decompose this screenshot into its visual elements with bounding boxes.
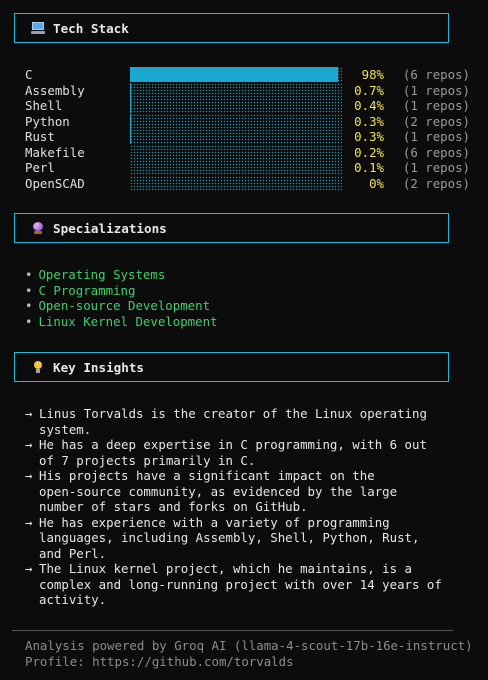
crystal-ball-icon	[31, 222, 45, 234]
footer-divider	[12, 630, 453, 631]
language-row: Makefile 0.2% (6 repos)	[25, 144, 470, 160]
language-name: C	[25, 67, 33, 82]
bullet: •	[25, 267, 33, 282]
language-row: C 98% (6 repos)	[25, 67, 470, 82]
language-name: Makefile	[25, 144, 85, 160]
laptop-icon	[31, 22, 45, 34]
specialization-text: C Programming	[38, 282, 136, 298]
language-repos: (6 repos)	[402, 67, 470, 82]
specialization-text: Operating Systems	[38, 267, 166, 282]
arrow-icon: →	[25, 468, 33, 483]
list-item: • Open-source Development	[25, 298, 218, 314]
insight-item: → He has a deep expertise in C programmin…	[25, 437, 445, 468]
language-name: Python	[25, 113, 70, 129]
list-item: • Linux Kernel Development	[25, 314, 218, 330]
insight-item: → Linus Torvalds is the creator of the Li…	[25, 406, 445, 437]
language-bar-fill	[130, 67, 338, 82]
language-row: Perl 0.1% (1 repos)	[25, 160, 470, 175]
language-name: Rust	[25, 129, 55, 144]
specializations-header: Specializations	[14, 213, 449, 243]
bullet: •	[25, 313, 33, 329]
language-percent: 0.1%	[354, 160, 384, 175]
language-repos: (1 repos)	[402, 129, 470, 144]
language-repos: (2 repos)	[402, 175, 470, 191]
language-row: OpenSCAD 0% (2 repos)	[25, 175, 470, 191]
language-bar	[130, 82, 342, 98]
specialization-text: Open-source Development	[38, 298, 211, 313]
language-bar	[130, 98, 342, 113]
language-percent: 98%	[361, 67, 384, 82]
language-repos: (1 repos)	[402, 160, 470, 175]
tech-stack-title: Tech Stack	[53, 20, 129, 36]
language-bar-fill	[130, 82, 131, 98]
footer: Analysis powered by Groq AI (llama-4-sco…	[25, 638, 473, 669]
arrow-icon: →	[25, 437, 33, 452]
insight-item: → His projects have a significant impact …	[25, 468, 445, 515]
language-percent: 0.3%	[354, 129, 384, 144]
language-row: Rust 0.3% (1 repos)	[25, 129, 470, 144]
language-bar	[130, 67, 342, 82]
insight-text: The Linux kernel project, which he maint…	[39, 561, 442, 607]
language-bar	[130, 113, 342, 129]
arrow-icon: →	[25, 514, 33, 530]
language-bar-fill	[130, 129, 131, 144]
list-item: • C Programming	[25, 283, 218, 299]
insight-item: → He has experience with a variety of pro…	[25, 515, 445, 562]
language-bar	[130, 175, 342, 191]
language-bar	[130, 160, 342, 175]
language-row: Assembly 0.7% (1 repos)	[25, 82, 470, 98]
insights-header: Key Insights	[14, 352, 449, 382]
specializations-title: Specializations	[53, 220, 167, 236]
language-percent: 0.2%	[354, 144, 384, 160]
language-bar	[130, 129, 342, 144]
language-repos: (2 repos)	[402, 113, 470, 129]
insight-text: He has experience with a variety of prog…	[39, 514, 420, 561]
language-bar-fill	[130, 113, 131, 129]
insight-text: His projects have a significant impact o…	[39, 468, 398, 514]
language-percent: 0.4%	[354, 98, 384, 113]
specialization-text: Linux Kernel Development	[38, 313, 218, 329]
insight-text: He has a deep expertise in C programming…	[39, 437, 427, 468]
language-name: Shell	[25, 98, 63, 113]
list-item: • Operating Systems	[25, 267, 218, 283]
language-repos: (1 repos)	[402, 98, 470, 113]
specializations-list: • Operating Systems • C Programming • Open-…	[25, 267, 218, 329]
tech-stack-header: Tech Stack	[14, 13, 449, 43]
language-percent: 0.7%	[354, 82, 384, 98]
insight-text: Linus Torvalds is the creator of the Lin…	[39, 406, 427, 437]
language-row: Shell 0.4% (1 repos)	[25, 98, 470, 113]
language-repos: (1 repos)	[402, 82, 470, 98]
light-bulb-icon	[31, 361, 45, 373]
profile-link[interactable]: Profile: https://github.com/torvalds	[25, 654, 473, 670]
insights-title: Key Insights	[53, 359, 144, 375]
powered-by-text: Analysis powered by Groq AI (llama-4-sco…	[25, 638, 473, 653]
insights-list: → Linus Torvalds is the creator of the Li…	[25, 406, 445, 608]
language-bar-fill	[130, 98, 131, 113]
bullet: •	[25, 298, 33, 313]
language-name: Perl	[25, 160, 55, 175]
language-percent: 0%	[369, 175, 384, 191]
language-repos: (6 repos)	[402, 144, 470, 160]
language-bar	[130, 144, 342, 160]
arrow-icon: →	[25, 561, 33, 576]
language-row: Python 0.3% (2 repos)	[25, 113, 470, 129]
language-percent: 0.3%	[354, 113, 384, 129]
arrow-icon: →	[25, 406, 33, 421]
language-name: OpenSCAD	[25, 175, 85, 191]
insight-item: → The Linux kernel project, which he main…	[25, 561, 445, 608]
language-name: Assembly	[25, 82, 85, 98]
bullet: •	[25, 282, 33, 298]
